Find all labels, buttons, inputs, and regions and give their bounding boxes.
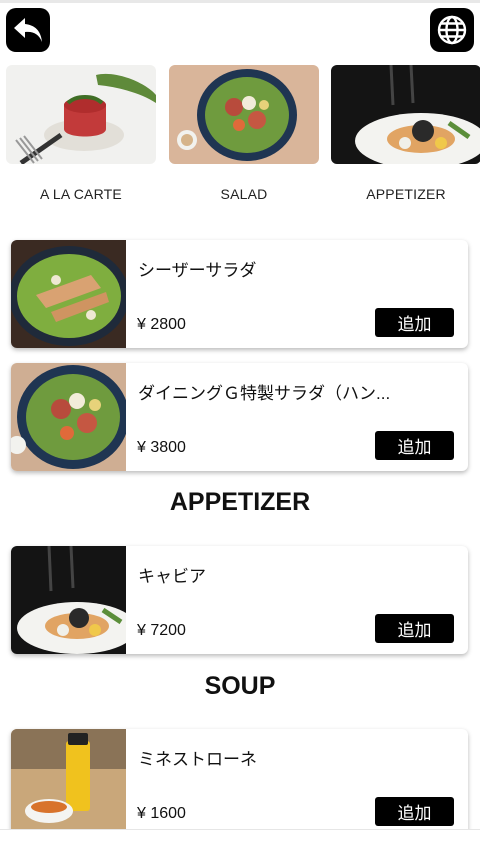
add-button[interactable]: 追加 [375,308,454,337]
menu-item-card[interactable]: シーザーサラダ ¥ 2800 追加 [11,240,468,348]
menu-item-price: ¥ 3800 [137,439,186,456]
menu-item-price: ¥ 7200 [137,622,186,639]
menu-item-name: ミネストローネ [138,750,257,769]
category-label: SALAD [220,186,268,202]
menu-item-card[interactable]: ダイニングＧ特製サラダ（ハン... ¥ 3800 追加 [11,363,468,471]
section-heading-appetizer: APPETIZER [169,488,311,516]
back-button[interactable] [6,8,50,52]
category-image-salad [169,65,319,164]
back-arrow-icon [14,18,42,42]
category-image-appetizer [331,65,480,164]
globe-icon [437,15,467,45]
menu-item-photo [11,546,137,654]
menu-item-name: ダイニングＧ特製サラダ（ハン... [138,384,391,403]
menu-item-name: シーザーサラダ [138,261,257,280]
category-a-la-carte[interactable]: A LA CARTE [6,65,156,202]
category-appetizer[interactable]: APPETIZER [331,65,480,202]
add-button[interactable]: 追加 [375,431,454,460]
language-button[interactable] [430,8,474,52]
menu-item-name: キャビア [138,567,206,586]
menu-item-price: ¥ 2800 [137,316,186,333]
menu-item-price: ¥ 1600 [137,805,186,822]
add-button[interactable]: 追加 [375,614,454,643]
menu-item-card[interactable]: ミネストローネ ¥ 1600 追加 [11,729,468,837]
category-image-a-la-carte [6,65,156,164]
add-button[interactable]: 追加 [375,797,454,826]
top-divider [0,0,480,3]
category-salad[interactable]: SALAD [169,65,319,202]
section-heading-soup: SOUP [204,672,276,700]
menu-item-photo [11,363,129,471]
category-label: A LA CARTE [40,186,122,202]
menu-item-photo [11,240,129,348]
category-label: APPETIZER [366,186,446,202]
menu-item-photo [11,729,126,837]
category-strip: A LA CARTE SALAD APPETIZER [0,65,480,215]
menu-item-card[interactable]: キャビア ¥ 7200 追加 [11,546,468,654]
bottom-divider [0,829,480,843]
